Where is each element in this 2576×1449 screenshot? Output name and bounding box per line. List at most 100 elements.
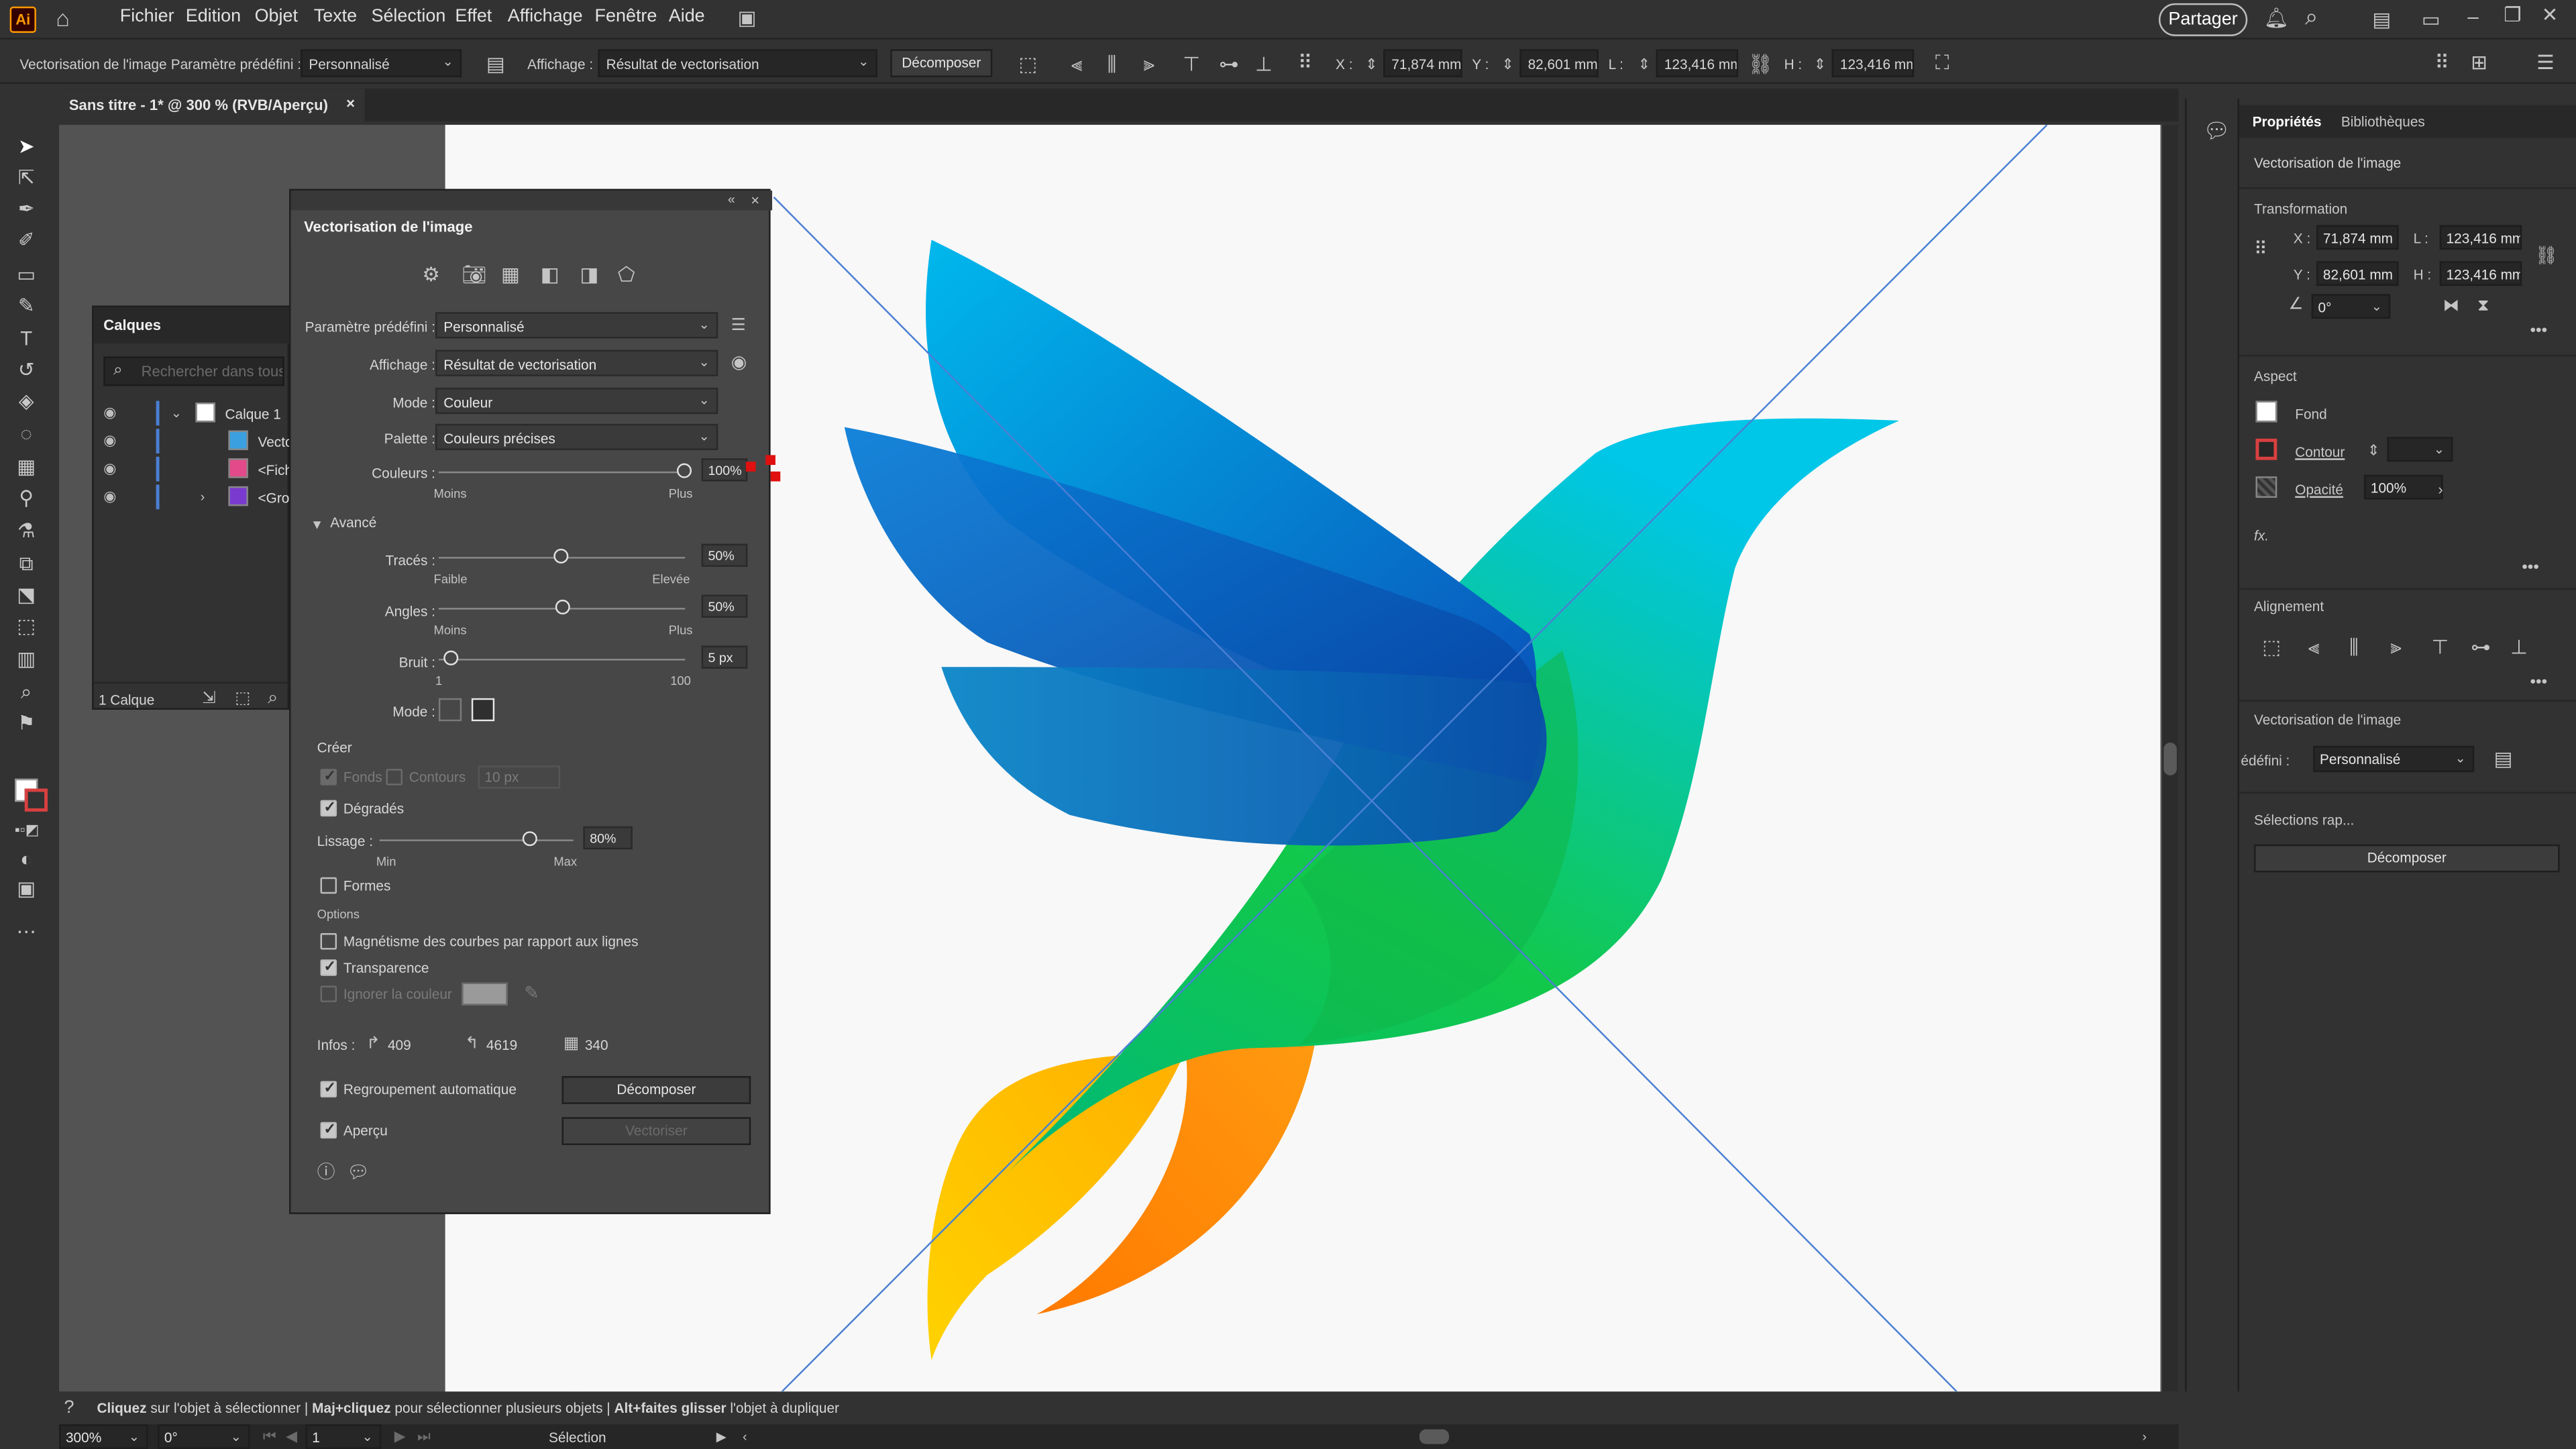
scroll-left-icon[interactable]: ‹ bbox=[743, 1428, 747, 1447]
layer-row[interactable]: ◉ Vecto bbox=[94, 427, 293, 455]
curvature-tool-icon[interactable]: ✐ bbox=[15, 228, 38, 251]
minimize-icon[interactable]: – bbox=[2467, 7, 2478, 26]
corners-slider-knob[interactable] bbox=[555, 599, 570, 614]
close-icon[interactable]: ✕ bbox=[2542, 5, 2559, 24]
mode-select[interactable]: Couleur ⌄ bbox=[435, 387, 718, 415]
colors-slider-track[interactable] bbox=[438, 471, 686, 474]
next-artboard-icon[interactable]: ▶ bbox=[394, 1426, 406, 1446]
reference-point-icon[interactable]: ⠿ bbox=[2254, 240, 2267, 260]
align-right-icon[interactable]: ⫸ bbox=[1144, 54, 1155, 74]
zoom-select[interactable]: 300% ⌄ bbox=[59, 1424, 148, 1449]
chevron-right-icon[interactable]: › bbox=[201, 488, 205, 507]
align-left-icon[interactable]: ⫷ bbox=[1071, 54, 1083, 74]
layers-search-input[interactable]: Rechercher dans tous bbox=[103, 356, 284, 386]
prop-expand-button[interactable]: Décomposer bbox=[2254, 844, 2560, 873]
stepper-icon[interactable]: ⇕ bbox=[1501, 54, 1513, 74]
ignore-color-swatch[interactable] bbox=[462, 982, 508, 1006]
make-clip-icon[interactable]: ⬚ bbox=[235, 690, 250, 710]
rotate-tool-icon[interactable]: ↺ bbox=[15, 358, 38, 381]
menu-edit[interactable]: Edition bbox=[186, 7, 241, 26]
link-proportions-icon[interactable]: ⛓ bbox=[1748, 54, 1773, 74]
stroke-swatch[interactable] bbox=[2255, 438, 2277, 460]
menu-object[interactable]: Objet bbox=[255, 7, 298, 26]
snap-curves-checkbox[interactable] bbox=[320, 933, 337, 950]
gradient-tool-icon[interactable]: ▦ bbox=[15, 455, 38, 478]
arrange-icon[interactable]: ▤ bbox=[2372, 10, 2391, 30]
align-to-icon[interactable]: ⬚ bbox=[2262, 637, 2281, 657]
menu-window[interactable]: Fenêtre bbox=[595, 7, 657, 26]
selection-tool-icon[interactable]: ➤ bbox=[15, 135, 38, 158]
control-y-field[interactable]: 82,601 mm bbox=[1519, 49, 1599, 78]
fills-checkbox[interactable] bbox=[320, 767, 337, 786]
panel-icon[interactable]: ▭ bbox=[2422, 10, 2440, 30]
panel-grip[interactable] bbox=[290, 191, 773, 211]
prop-h-field[interactable]: 123,416 mm bbox=[2439, 261, 2522, 286]
eyedropper-tool-icon[interactable]: ⚗ bbox=[15, 519, 38, 542]
type-tool-icon[interactable]: T bbox=[15, 327, 38, 350]
close-tab-icon[interactable]: × bbox=[346, 95, 355, 111]
pin-tool-icon[interactable]: ⚑ bbox=[15, 711, 38, 734]
chevron-down-icon[interactable]: ⌄ bbox=[171, 404, 182, 423]
search-icon[interactable]: ⌕ bbox=[2305, 5, 2318, 28]
home-icon[interactable]: ⌂ bbox=[56, 7, 70, 30]
feedback-icon[interactable]: 💬︎ bbox=[347, 1163, 370, 1183]
more-tools-icon[interactable]: ⋯ bbox=[15, 920, 38, 943]
pen-tool-icon[interactable]: ✒ bbox=[15, 197, 38, 220]
strokes-checkbox[interactable] bbox=[386, 769, 403, 786]
align-bottom-icon[interactable]: ⊥ bbox=[1255, 54, 1273, 74]
align-hcenter-icon[interactable]: ⫼ bbox=[2349, 637, 2359, 657]
eye-icon[interactable]: ◉ bbox=[731, 354, 747, 373]
trace-panel-icon[interactable]: ▤ bbox=[486, 54, 505, 74]
prop-x-field[interactable]: 71,874 mm bbox=[2316, 225, 2399, 250]
draw-mode-icon[interactable]: ◐ bbox=[15, 848, 38, 871]
control-x-field[interactable]: 71,874 mm bbox=[1383, 49, 1462, 78]
restore-icon[interactable]: ❐ bbox=[2504, 5, 2521, 24]
trace-button[interactable]: Vectoriser bbox=[561, 1117, 751, 1145]
reference-point-icon[interactable]: ⠿ bbox=[1298, 52, 1313, 72]
artboard-tool-icon[interactable]: ⬚ bbox=[15, 614, 38, 637]
trace-panel-icon[interactable]: ▤ bbox=[2494, 749, 2513, 769]
more-icon[interactable]: ☰ bbox=[2536, 52, 2554, 72]
shapes-checkbox[interactable] bbox=[320, 877, 337, 894]
dialog-expand-button[interactable]: Décomposer bbox=[561, 1076, 751, 1104]
collapse-icon[interactable]: « bbox=[728, 191, 735, 210]
abutting-method-icon[interactable] bbox=[438, 698, 462, 722]
lasso-tool-icon[interactable]: ◌ bbox=[15, 422, 38, 445]
colors-value-field[interactable]: 100% bbox=[701, 458, 748, 482]
brush-tool-icon[interactable]: ✎ bbox=[15, 294, 38, 317]
more-options-icon[interactable]: ••• bbox=[2530, 322, 2547, 341]
smoothing-value-field[interactable]: 80% bbox=[583, 826, 633, 850]
more-options-icon[interactable]: ••• bbox=[2530, 674, 2547, 693]
horizontal-scroll-thumb[interactable] bbox=[1419, 1429, 1450, 1444]
visibility-eye-icon[interactable]: ◉ bbox=[103, 404, 116, 422]
blend-tool-icon[interactable]: ⧉ bbox=[15, 552, 38, 575]
palette-select[interactable]: Couleurs précises ⌄ bbox=[435, 423, 718, 451]
align-hcenter-icon[interactable]: ⫼ bbox=[1108, 54, 1117, 74]
direct-selection-tool-icon[interactable]: ⇱ bbox=[15, 166, 38, 189]
layer-row[interactable]: ◉ <Fich bbox=[94, 455, 292, 483]
flip-vertical-icon[interactable]: ⧗ bbox=[2477, 297, 2489, 317]
bell-icon[interactable]: 🔔︎ bbox=[2264, 8, 2289, 28]
corners-value-field[interactable]: 50% bbox=[701, 594, 748, 618]
opacity-field[interactable]: 100% bbox=[2364, 474, 2443, 500]
transform-icon[interactable]: ⛶ bbox=[1935, 52, 1949, 72]
visibility-eye-icon[interactable]: ◉ bbox=[103, 488, 116, 506]
last-artboard-icon[interactable]: ⏭ bbox=[417, 1426, 431, 1446]
collect-export-icon[interactable]: ⇲ bbox=[202, 690, 216, 710]
share-button[interactable]: Partager bbox=[2158, 3, 2248, 36]
comments-icon[interactable]: 💬︎ bbox=[2203, 120, 2230, 142]
flip-horizontal-icon[interactable]: ⧓ bbox=[2443, 297, 2459, 317]
locate-object-icon[interactable]: ⌕ bbox=[268, 688, 278, 708]
link-proportions-icon[interactable]: ⛓ bbox=[2535, 246, 2558, 266]
visibility-eye-icon[interactable]: ◉ bbox=[103, 432, 116, 450]
menu-file[interactable]: Fichier bbox=[120, 7, 174, 26]
selection-handle[interactable] bbox=[765, 455, 775, 466]
scroll-right-icon[interactable]: › bbox=[2142, 1428, 2147, 1447]
artboard-select[interactable]: 1 ⌄ bbox=[305, 1424, 382, 1449]
view-select[interactable]: Résultat de vectorisation ⌄ bbox=[435, 350, 718, 376]
prop-preset-select[interactable]: Personnalisé ⌄ bbox=[2313, 745, 2475, 773]
autogroup-checkbox[interactable] bbox=[320, 1079, 337, 1097]
arrange-docs-icon[interactable]: ⠿ bbox=[2434, 52, 2449, 72]
selection-handle[interactable] bbox=[745, 462, 756, 472]
auto-color-icon[interactable]: ⚙ bbox=[422, 264, 439, 284]
